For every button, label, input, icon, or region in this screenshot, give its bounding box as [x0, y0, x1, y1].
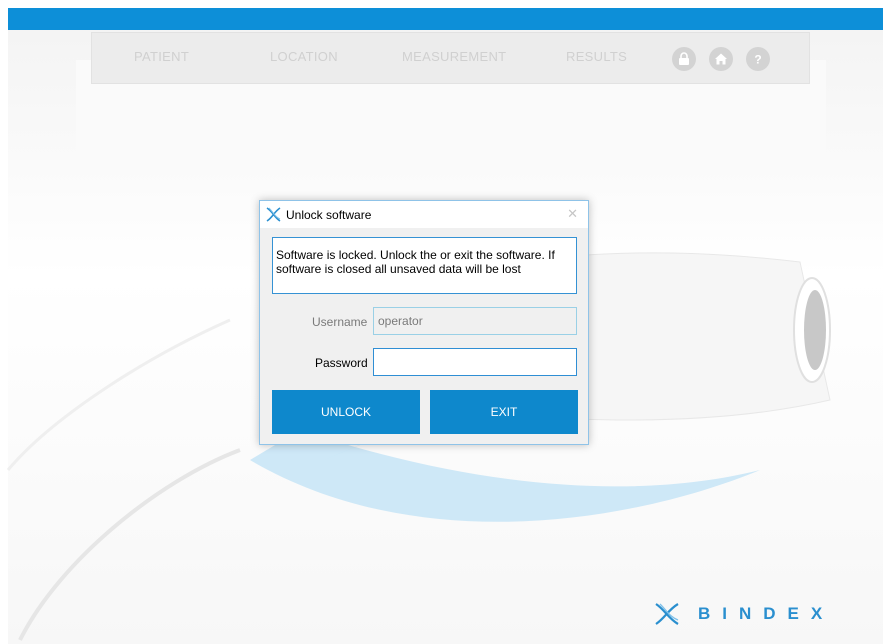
brand-logo: BINDEX	[654, 602, 834, 626]
dialog-title: Unlock software	[286, 208, 372, 222]
home-icon[interactable]	[709, 47, 733, 71]
password-label: Password	[315, 356, 368, 370]
lock-icon[interactable]	[672, 47, 696, 71]
unlock-dialog: Unlock software ✕ Software is locked. Un…	[259, 200, 589, 445]
brand-name: BINDEX	[698, 604, 835, 623]
unlock-button[interactable]: UNLOCK	[272, 390, 420, 434]
username-label: Username	[312, 315, 368, 329]
dialog-titlebar: Unlock software ✕	[260, 201, 588, 228]
nav-location[interactable]: LOCATION	[270, 49, 338, 64]
nav-patient[interactable]: PATIENT	[134, 49, 189, 64]
bindex-logo-icon	[266, 207, 281, 222]
exit-button[interactable]: EXIT	[430, 390, 578, 434]
help-icon[interactable]: ?	[746, 47, 770, 71]
password-field[interactable]	[373, 348, 577, 376]
bindex-mark-icon	[655, 603, 679, 625]
close-icon[interactable]: ✕	[567, 206, 578, 222]
nav-results[interactable]: RESULTS	[566, 49, 627, 64]
svg-text:?: ?	[754, 53, 761, 67]
nav-measurement[interactable]: MEASUREMENT	[402, 49, 506, 64]
top-nav: PATIENT LOCATION MEASUREMENT RESULTS ?	[91, 32, 810, 84]
username-field[interactable]	[373, 307, 577, 335]
lock-message: Software is locked. Unlock the or exit t…	[272, 237, 577, 294]
